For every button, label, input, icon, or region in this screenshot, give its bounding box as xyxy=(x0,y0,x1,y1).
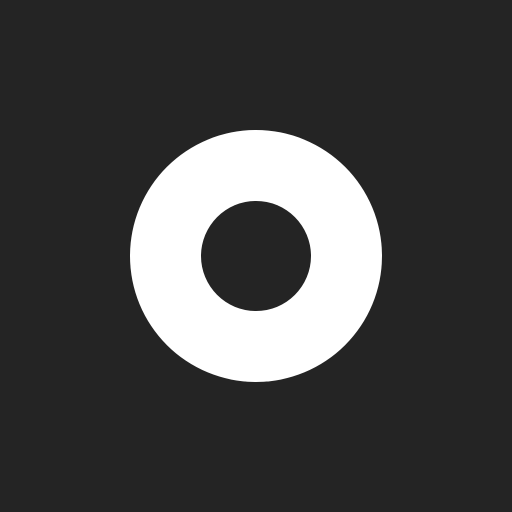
app-canvas xyxy=(0,0,512,512)
ring-icon xyxy=(130,130,382,382)
